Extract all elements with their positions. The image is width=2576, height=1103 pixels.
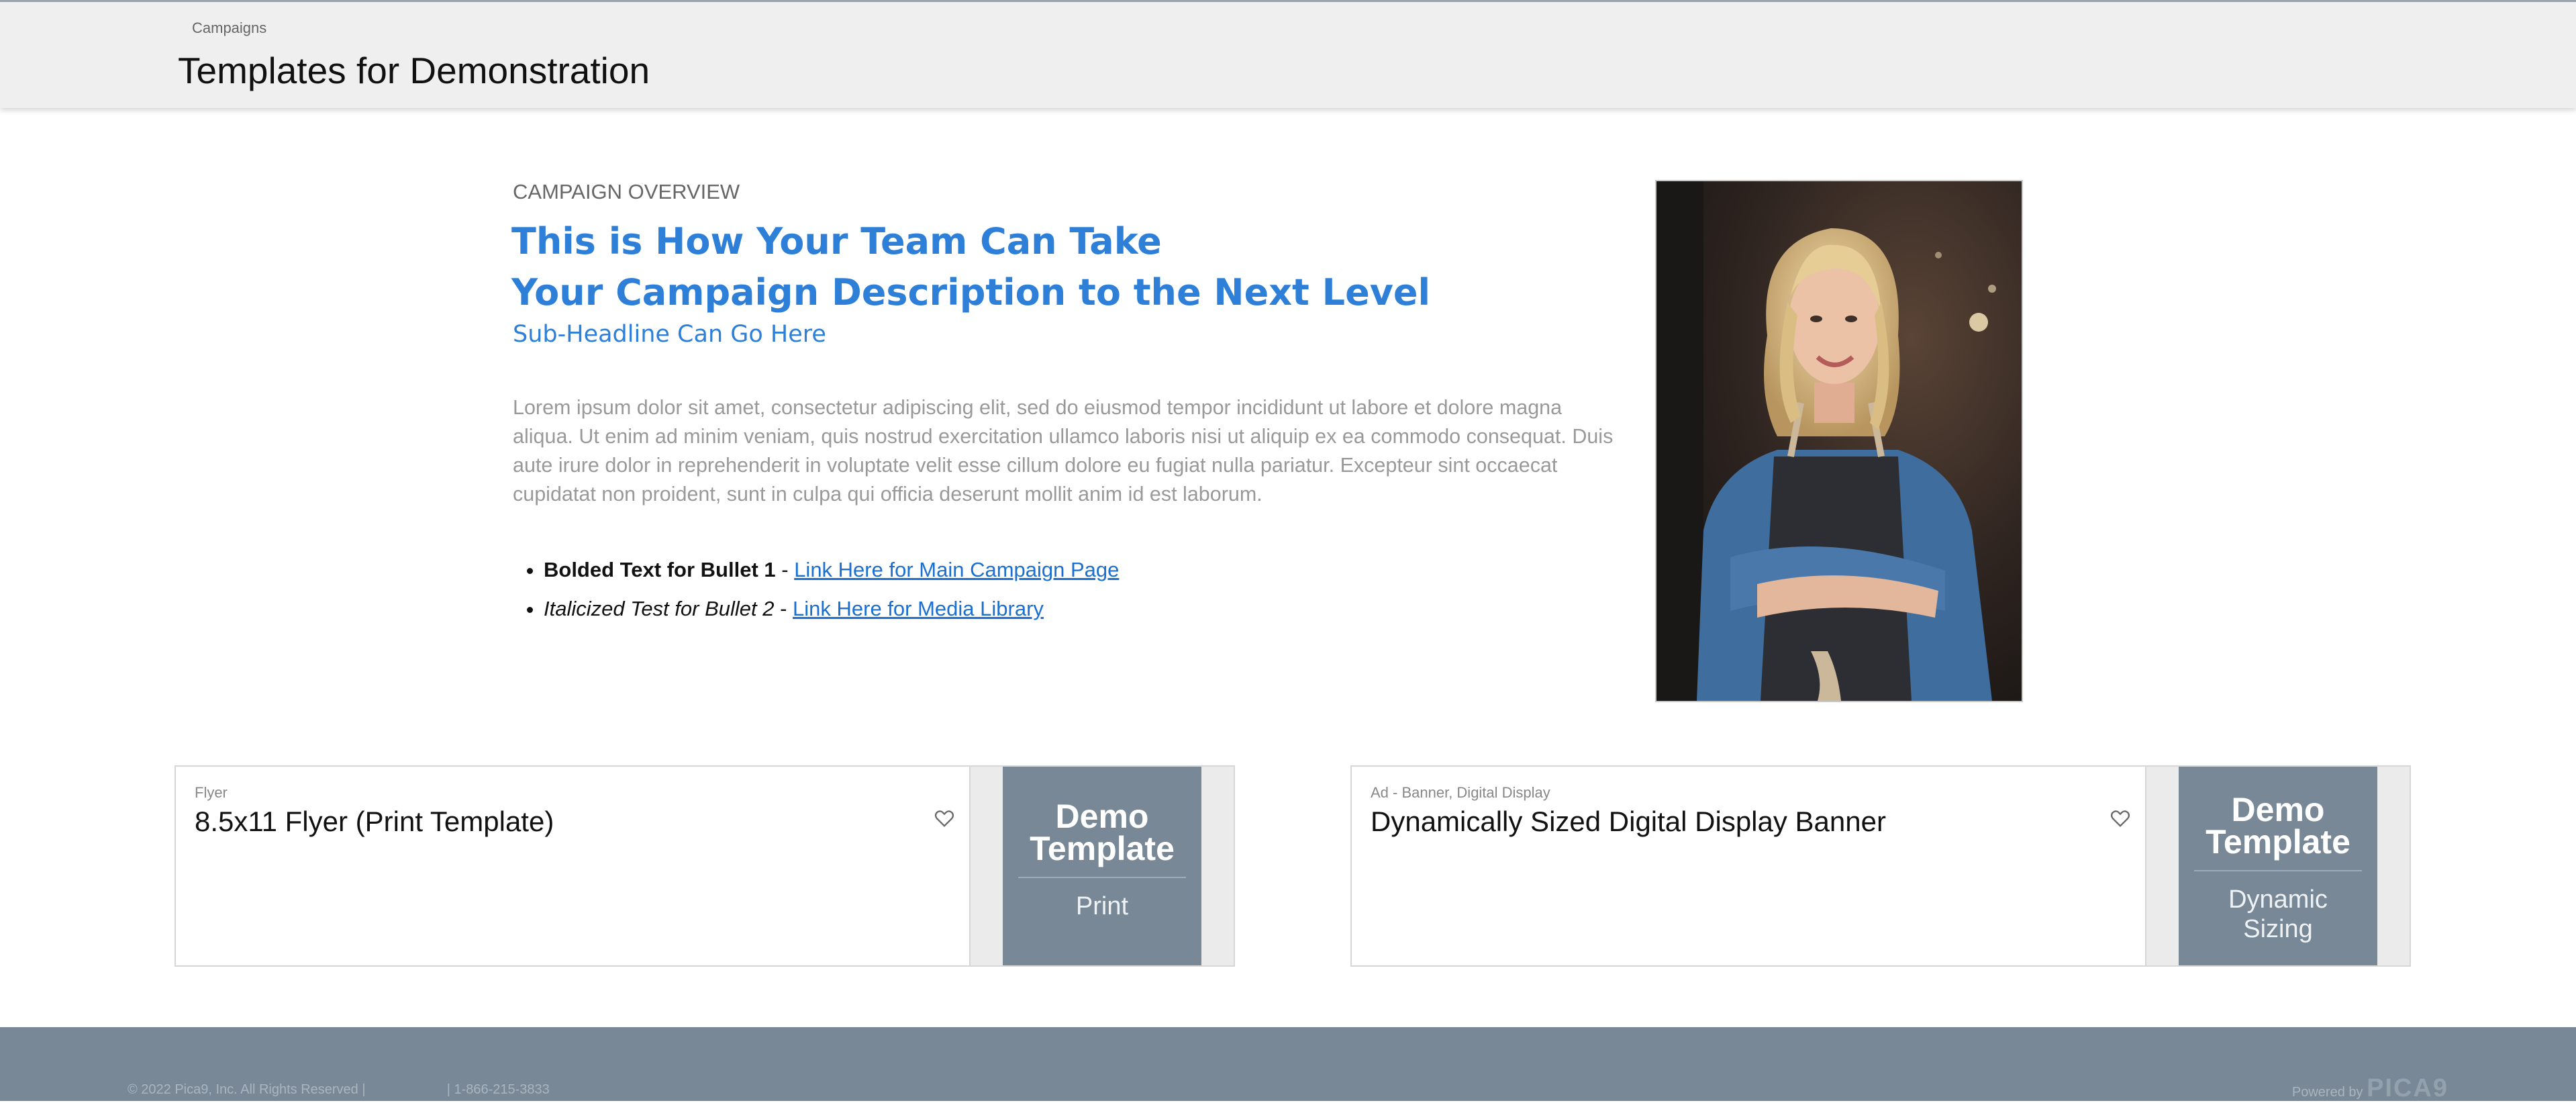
thumbnail-title-line-2: Template xyxy=(2206,823,2350,861)
heart-icon[interactable] xyxy=(2109,807,2132,830)
campaign-photo xyxy=(1655,180,2023,702)
thumbnail-divider xyxy=(2194,870,2362,871)
bullet-lead: Italicized Test for Bullet 2 xyxy=(544,597,775,620)
template-type: Ad - Banner, Digital Display xyxy=(1371,784,1550,801)
template-thumbnail-frame: Demo Template Dynamic Sizing xyxy=(2145,767,2410,965)
headline-line-1: This is How Your Team Can Take xyxy=(511,220,1162,262)
template-card-flyer[interactable]: Flyer 8.5x11 Flyer (Print Template) Demo… xyxy=(175,765,1235,967)
campaign-bullets: Bolded Text for Bullet 1 - Link Here for… xyxy=(513,550,1119,628)
thumbnail-title: Demo Template xyxy=(1003,767,1201,865)
thumbnail-title-line-2: Template xyxy=(1030,830,1175,867)
powered-by: Powered by PICA9 xyxy=(2292,1074,2448,1103)
campaign-subheadline: Sub-Headline Can Go Here xyxy=(513,321,826,348)
bullet-separator: - xyxy=(774,597,793,620)
template-card-digital-banner[interactable]: Ad - Banner, Digital Display Dynamically… xyxy=(1350,765,2411,967)
campaign-headline: This is How Your Team Can Take Your Camp… xyxy=(511,216,1532,318)
copyright-text: © 2022 Pica9, Inc. All Rights Reserved | xyxy=(128,1082,366,1097)
campaign-photo-illustration xyxy=(1656,181,2022,701)
template-name[interactable]: 8.5x11 Flyer (Print Template) xyxy=(195,806,554,838)
template-thumbnail[interactable]: Demo Template Print xyxy=(1003,767,1201,965)
breadcrumb-campaigns[interactable]: Campaigns xyxy=(192,19,266,37)
thumbnail-subtitle-line-1: Dynamic xyxy=(2228,885,2328,914)
media-library-link[interactable]: Link Here for Media Library xyxy=(793,597,1044,620)
thumbnail-subtitle-line-2: Sizing xyxy=(2243,915,2313,943)
bullet-separator: - xyxy=(775,558,795,581)
campaign-description: Lorem ipsum dolor sit amet, consectetur … xyxy=(513,396,1614,506)
main-campaign-page-link[interactable]: Link Here for Main Campaign Page xyxy=(794,558,1119,581)
heart-icon[interactable] xyxy=(933,807,956,830)
thumbnail-subtitle: Dynamic Sizing xyxy=(2179,885,2377,944)
template-type: Flyer xyxy=(195,784,228,801)
page-title: Templates for Demonstration xyxy=(178,50,650,91)
template-thumbnail-frame: Demo Template Print xyxy=(969,767,1234,965)
campaign-overview-label: CAMPAIGN OVERVIEW xyxy=(513,180,740,203)
bullet-lead: Bolded Text for Bullet 1 xyxy=(544,558,776,581)
headline-line-2: Your Campaign Description to the Next Le… xyxy=(511,271,1431,314)
page-footer: © 2022 Pica9, Inc. All Rights Reserved |… xyxy=(0,1027,2576,1103)
bullet-item: Italicized Test for Bullet 2 - Link Here… xyxy=(544,589,1119,628)
template-thumbnail[interactable]: Demo Template Dynamic Sizing xyxy=(2179,767,2377,965)
footer-phone: | 1-866-215-3833 xyxy=(446,1082,550,1097)
powered-by-text: Powered by xyxy=(2291,1085,2363,1100)
bullet-item: Bolded Text for Bullet 1 - Link Here for… xyxy=(544,550,1119,589)
page-header: Campaigns Templates for Demonstration xyxy=(0,0,2576,108)
brand-logo[interactable]: PICA9 xyxy=(2367,1074,2448,1102)
thumbnail-subtitle: Print xyxy=(1075,892,1129,920)
thumbnail-title: Demo Template xyxy=(2179,767,2377,861)
template-name[interactable]: Dynamically Sized Digital Display Banner xyxy=(1371,806,1886,838)
footer-copyright: © 2022 Pica9, Inc. All Rights Reserved |… xyxy=(128,1082,550,1098)
thumbnail-divider xyxy=(1018,877,1186,878)
